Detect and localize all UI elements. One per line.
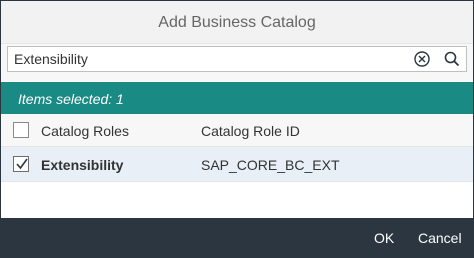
dialog-title: Add Business Catalog (158, 14, 316, 31)
table-row[interactable]: Extensibility SAP_CORE_BC_EXT (1, 147, 473, 182)
catalog-role-id-cell: SAP_CORE_BC_EXT (201, 157, 340, 173)
dialog-footer: OK Cancel (1, 218, 473, 257)
search-field (7, 46, 467, 72)
search-bar (1, 44, 473, 81)
dialog-header: Add Business Catalog (1, 1, 473, 44)
column-header-catalog-roles[interactable]: Catalog Roles (41, 123, 129, 139)
select-all-checkbox[interactable] (13, 122, 29, 138)
table-header-row: Catalog Roles Catalog Role ID (1, 114, 473, 147)
row-checkbox[interactable] (13, 156, 29, 172)
search-input[interactable] (14, 50, 404, 68)
catalog-table: Catalog Roles Catalog Role ID Extensibil… (1, 114, 473, 182)
items-selected-text: Items selected: 1 (18, 91, 124, 107)
catalog-role-cell: Extensibility (41, 157, 124, 173)
column-header-catalog-role-id[interactable]: Catalog Role ID (201, 123, 300, 139)
checkmark-icon (16, 158, 28, 170)
search-icon[interactable] (443, 50, 461, 68)
ok-button[interactable]: OK (374, 230, 394, 246)
selection-status-bar: Items selected: 1 (1, 82, 473, 114)
clear-icon[interactable] (413, 50, 431, 68)
add-business-catalog-dialog: Add Business Catalog Items selected: 1 (0, 0, 474, 258)
cancel-button[interactable]: Cancel (418, 230, 462, 246)
